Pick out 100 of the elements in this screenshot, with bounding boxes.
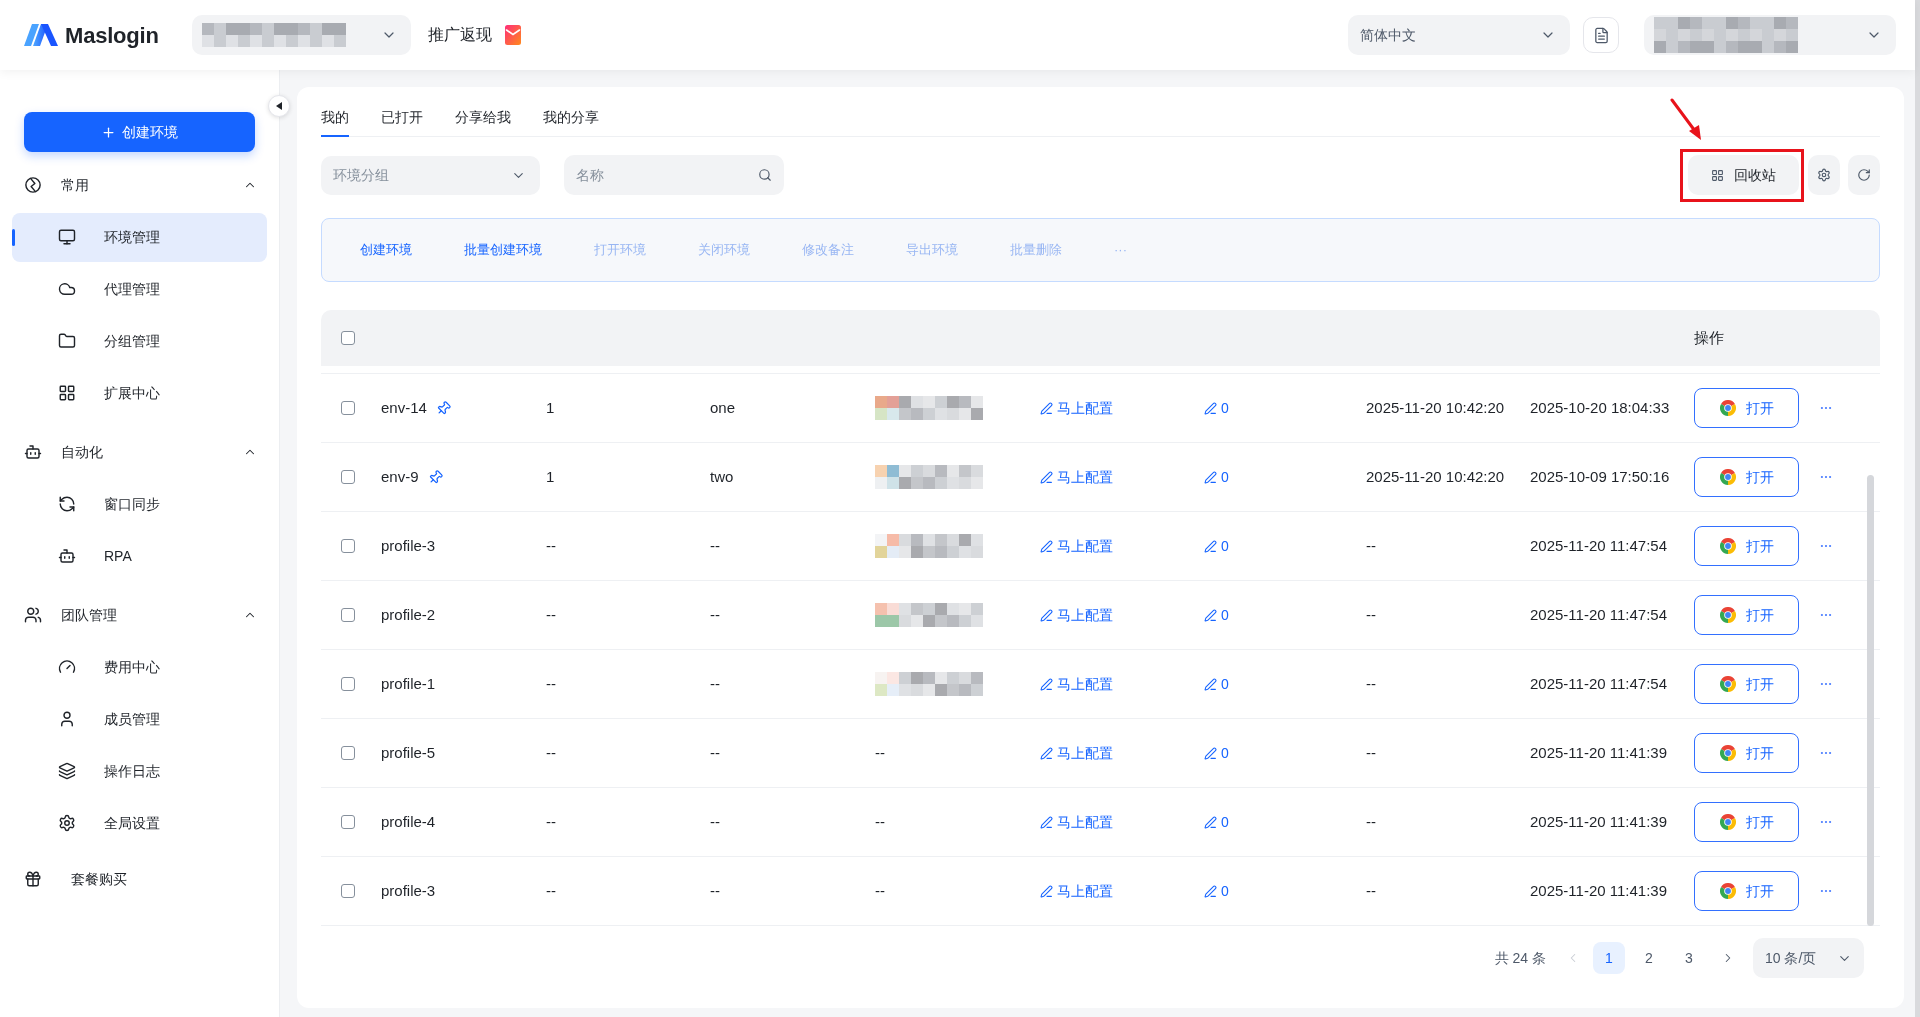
batch-action-button[interactable]: 批量创建环境 xyxy=(464,240,542,260)
configure-link[interactable]: 马上配置 xyxy=(1040,811,1113,833)
configure-link[interactable]: 马上配置 xyxy=(1040,604,1113,626)
language-select[interactable]: 简体中文 xyxy=(1348,15,1570,55)
browser-logo-icon xyxy=(1719,883,1736,899)
table-cell-text: -- xyxy=(546,742,556,763)
grid-icon xyxy=(58,384,76,402)
edit-count-link[interactable]: 0 xyxy=(1204,880,1229,902)
table-cell-text: -- xyxy=(546,880,556,901)
edit-icon xyxy=(1040,539,1053,553)
batch-action-button[interactable]: 创建环境 xyxy=(360,240,412,260)
cloud-icon xyxy=(58,280,76,298)
edit-count-link[interactable]: 0 xyxy=(1204,397,1229,419)
table-row[interactable]: profile-3 -- -- -- 马上配置 0 -- 2025-11-20 11:41:39 打开 xyxy=(321,857,1880,926)
edit-icon xyxy=(1040,746,1053,760)
checkbox[interactable] xyxy=(341,401,355,415)
checkbox[interactable] xyxy=(341,746,355,760)
total-count: 共 24 条 xyxy=(1494,948,1546,968)
open-button[interactable]: 打开 xyxy=(1694,664,1799,704)
circle-bolt-icon xyxy=(24,176,42,194)
date-cell-text: 2025-11-20 10:42:20 xyxy=(1366,466,1505,487)
robot-icon xyxy=(58,547,76,565)
checkbox[interactable] xyxy=(341,677,355,691)
table-row[interactable]: env-14 1 one 马上配置 0 2025-11-20 10:42:20 2025-10-20 18:04:33 打开 xyxy=(321,374,1880,443)
edit-count-link[interactable]: 0 xyxy=(1204,604,1229,626)
configure-link[interactable]: 马上配置 xyxy=(1040,880,1113,902)
nav-item[interactable]: 环境管理 xyxy=(12,212,267,262)
edit-icon xyxy=(1204,470,1217,484)
group-select[interactable]: 环境分组 xyxy=(321,155,540,195)
nav-section-header[interactable]: 自动化 xyxy=(0,426,279,478)
document-button[interactable] xyxy=(1583,17,1619,53)
open-button[interactable]: 打开 xyxy=(1694,871,1799,911)
scrollbar-thumb[interactable] xyxy=(1867,475,1874,926)
profile-name: profile-2 xyxy=(381,604,436,625)
configure-link[interactable]: 马上配置 xyxy=(1040,535,1113,557)
table-row[interactable]: profile-4 -- -- -- 马上配置 0 -- 2025-11-20 11:41:39 打开 xyxy=(321,788,1880,857)
tab[interactable]: 我的分享 xyxy=(543,100,599,137)
caret-left-icon xyxy=(276,102,282,110)
open-button[interactable]: 打开 xyxy=(1694,802,1799,842)
recycle-bin-button[interactable]: 回收站 xyxy=(1688,155,1799,195)
nav-section-header[interactable]: 团队管理 xyxy=(0,589,279,641)
promo-link[interactable]: 推广返现 xyxy=(427,23,492,47)
page-button[interactable]: 1 xyxy=(1593,942,1625,974)
date-cell-text: -- xyxy=(1366,604,1376,625)
browser-logo-icon xyxy=(1719,607,1736,623)
table-row[interactable]: profile-3 -- -- 马上配置 0 -- 2025-11-20 11:47:54 打开 xyxy=(321,512,1880,581)
date-cell-text: -- xyxy=(1366,811,1376,832)
checkbox[interactable] xyxy=(341,884,355,898)
tab[interactable]: 我的 xyxy=(321,100,349,137)
date-cell-text: 2025-11-20 11:41:39 xyxy=(1530,742,1668,763)
browser-logo-icon xyxy=(1719,538,1736,554)
logo-mark xyxy=(24,24,58,46)
open-button[interactable]: 打开 xyxy=(1694,733,1799,773)
configure-link[interactable]: 马上配置 xyxy=(1040,397,1113,419)
name-search-field[interactable]: 名称 xyxy=(564,155,784,195)
page-size-select[interactable]: 10 条/页 xyxy=(1753,938,1864,978)
checkbox[interactable] xyxy=(341,815,355,829)
tab[interactable]: 已打开 xyxy=(381,100,423,137)
open-button[interactable]: 打开 xyxy=(1694,595,1799,635)
edit-count-link[interactable]: 0 xyxy=(1204,673,1229,695)
nav-section-header[interactable]: 常用 xyxy=(0,159,279,211)
workspace-select[interactable] xyxy=(191,15,411,55)
edit-count-link[interactable]: 0 xyxy=(1204,466,1229,488)
settings-button[interactable] xyxy=(1808,155,1840,195)
tab[interactable]: 分享给我 xyxy=(455,100,511,137)
date-cell-text: 2025-11-20 11:41:39 xyxy=(1530,880,1668,901)
checkbox[interactable] xyxy=(341,331,355,345)
browser-logo-icon xyxy=(1719,676,1736,692)
browser-logo-icon xyxy=(1719,814,1736,830)
checkbox[interactable] xyxy=(341,608,355,622)
users-icon xyxy=(24,606,42,624)
table-row[interactable]: profile-1 -- -- 马上配置 0 -- 2025-11-20 11:47:54 打开 xyxy=(321,650,1880,719)
edit-count-link[interactable]: 0 xyxy=(1204,535,1229,557)
table-cell-text: -- xyxy=(546,535,556,556)
edit-count-link[interactable]: 0 xyxy=(1204,742,1229,764)
date-cell-text: 2025-11-20 11:47:54 xyxy=(1530,604,1668,625)
refresh-button[interactable] xyxy=(1848,155,1880,195)
checkbox[interactable] xyxy=(341,470,355,484)
account-select[interactable] xyxy=(1644,15,1896,55)
table-row[interactable]: profile-2 -- -- 马上配置 0 -- 2025-11-20 11:47:54 打开 xyxy=(321,581,1880,650)
configure-link[interactable]: 马上配置 xyxy=(1040,742,1113,764)
gauge-icon xyxy=(58,658,76,676)
table-row[interactable]: env-9 1 two 马上配置 0 2025-11-20 10:42:20 2025-10-09 17:50:16 打开 xyxy=(321,443,1880,512)
edit-icon xyxy=(1204,608,1217,622)
open-button[interactable]: 打开 xyxy=(1694,526,1799,566)
configure-link[interactable]: 马上配置 xyxy=(1040,466,1113,488)
page-scrollbar[interactable] xyxy=(1915,0,1920,1017)
configure-link[interactable]: 马上配置 xyxy=(1040,673,1113,695)
document-icon xyxy=(1592,26,1610,44)
table-row[interactable]: profile-5 -- -- -- 马上配置 0 -- 2025-11-20 11:41:39 打开 xyxy=(321,719,1880,788)
table-cell-text: -- xyxy=(710,535,720,556)
edit-count-link[interactable]: 0 xyxy=(1204,811,1229,833)
open-button[interactable]: 打开 xyxy=(1694,457,1799,497)
collapse-button[interactable] xyxy=(268,95,290,117)
create-environment-button[interactable]: 创建环境 xyxy=(24,112,255,152)
open-button[interactable]: 打开 xyxy=(1694,388,1799,428)
edit-icon xyxy=(1040,470,1053,484)
checkbox[interactable] xyxy=(341,539,355,553)
browser-logo-icon xyxy=(1719,745,1736,761)
browser-logo-icon xyxy=(1719,400,1736,416)
